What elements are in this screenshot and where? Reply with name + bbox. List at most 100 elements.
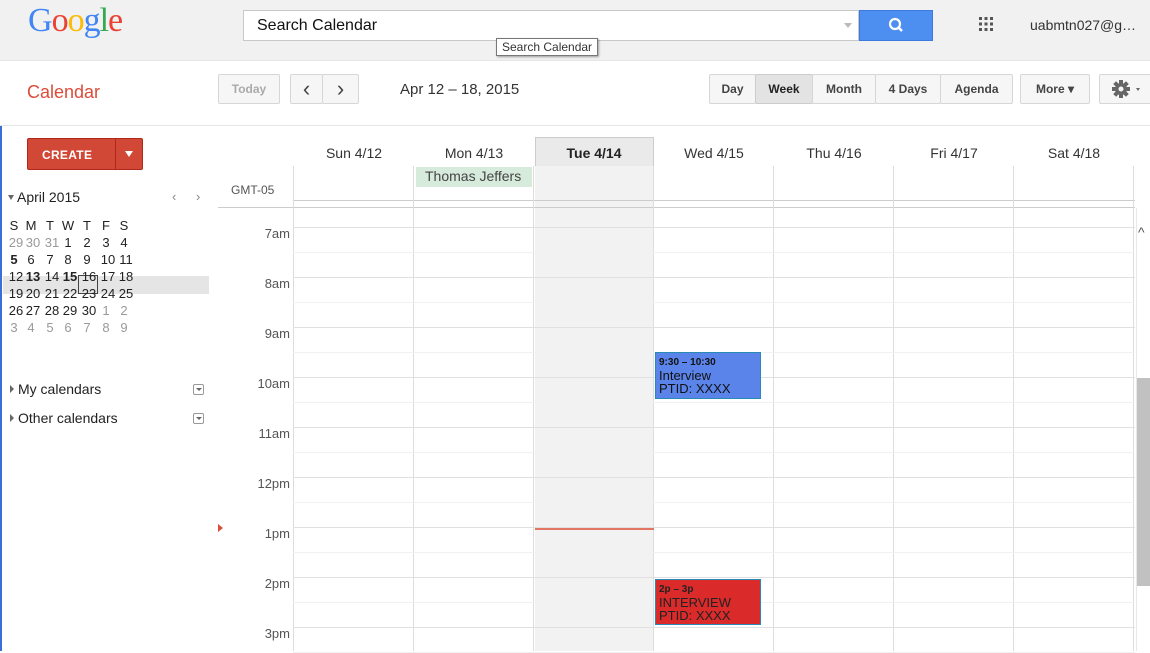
- view-agenda-button[interactable]: Agenda: [940, 74, 1013, 104]
- mini-calendar-day[interactable]: 15: [61, 268, 79, 285]
- mini-calendar-day[interactable]: 24: [99, 285, 117, 302]
- mini-calendar-day[interactable]: 11: [117, 251, 135, 268]
- mini-calendar-day[interactable]: 7: [78, 319, 96, 336]
- search-placeholder: Search Calendar: [257, 17, 378, 34]
- day-column-divider: [533, 166, 534, 651]
- mini-calendar-day[interactable]: 12: [7, 268, 25, 285]
- mini-calendar-day[interactable]: 8: [97, 319, 115, 336]
- half-hour-line: [293, 502, 1135, 503]
- mini-calendar-day[interactable]: 14: [43, 268, 61, 285]
- mini-calendar-day[interactable]: 6: [22, 251, 40, 268]
- more-button[interactable]: More ▾: [1020, 74, 1090, 104]
- mini-calendar-day[interactable]: 6: [59, 319, 77, 336]
- mini-calendar-day[interactable]: 9: [115, 319, 133, 336]
- expand-triangle-icon[interactable]: [10, 414, 14, 422]
- mini-calendar-day[interactable]: 26: [7, 302, 25, 319]
- mini-calendar-day[interactable]: 17: [99, 268, 117, 285]
- collapse-triangle-icon[interactable]: [8, 195, 14, 200]
- mini-calendar-day[interactable]: 29: [7, 234, 25, 251]
- hour-label: 1pm: [264, 526, 290, 541]
- day-header[interactable]: Wed 4/15: [654, 145, 774, 161]
- mini-calendar-day[interactable]: 3: [5, 319, 23, 336]
- search-button[interactable]: [859, 10, 933, 41]
- allday-event[interactable]: Thomas Jeffers: [416, 167, 532, 187]
- day-header[interactable]: Fri 4/17: [894, 145, 1014, 161]
- mini-calendar-day[interactable]: 25: [117, 285, 135, 302]
- mini-calendar-title[interactable]: April 2015: [17, 189, 80, 205]
- search-options-icon[interactable]: [844, 23, 852, 28]
- mini-calendar-day[interactable]: 18: [117, 268, 135, 285]
- mini-calendar-day[interactable]: 5: [5, 251, 23, 268]
- mini-calendar-day[interactable]: 16: [80, 268, 98, 285]
- mini-calendar-next-icon[interactable]: ›: [196, 189, 200, 204]
- google-logo[interactable]: Google: [28, 2, 123, 40]
- mini-calendar-day[interactable]: 30: [24, 234, 42, 251]
- mini-calendar-day[interactable]: 22: [61, 285, 79, 302]
- scroll-up-icon[interactable]: ^: [1138, 224, 1145, 240]
- hour-label: 12pm: [257, 476, 290, 491]
- mini-calendar-prev-icon[interactable]: ‹: [172, 189, 176, 204]
- mini-calendar-day[interactable]: 28: [43, 302, 61, 319]
- logo-letter: e: [108, 2, 123, 39]
- logo-letter: l: [99, 2, 110, 39]
- mini-calendar-day[interactable]: 21: [43, 285, 61, 302]
- settings-button[interactable]: [1099, 74, 1150, 104]
- hour-line: [293, 227, 1135, 228]
- today-button[interactable]: Today: [218, 74, 280, 104]
- day-header[interactable]: Thu 4/16: [774, 145, 894, 161]
- mini-calendar-day[interactable]: 20: [24, 285, 42, 302]
- mini-calendar-day[interactable]: 27: [24, 302, 42, 319]
- mini-calendar-day[interactable]: 1: [97, 302, 115, 319]
- mini-calendar-day[interactable]: 2: [115, 302, 133, 319]
- mini-calendar-day[interactable]: 9: [78, 251, 96, 268]
- mini-calendar-day[interactable]: 4: [115, 234, 133, 251]
- day-header[interactable]: Sat 4/18: [1014, 145, 1134, 161]
- mini-calendar-day[interactable]: 23: [80, 285, 98, 302]
- apps-grid-icon[interactable]: [978, 16, 994, 32]
- day-header[interactable]: Mon 4/13: [414, 145, 534, 161]
- event-detail: PTID: XXXX: [659, 608, 731, 623]
- view-week-button[interactable]: Week: [755, 74, 813, 104]
- account-name[interactable]: uabmtn027@g…: [1030, 17, 1136, 33]
- mini-calendar-day[interactable]: 8: [59, 251, 77, 268]
- event-interview[interactable]: 9:30 – 10:30 Interview PTID: XXXX: [655, 352, 761, 399]
- other-calendars-dropdown-icon[interactable]: [193, 413, 204, 424]
- search-input[interactable]: Search Calendar: [243, 10, 859, 41]
- mini-calendar-day[interactable]: 10: [99, 251, 117, 268]
- chevron-left-icon: ‹: [302, 76, 311, 101]
- view-day-button[interactable]: Day: [709, 74, 756, 104]
- create-button[interactable]: CREATE: [27, 138, 143, 170]
- day-column-divider: [893, 166, 894, 651]
- view-month-button[interactable]: Month: [812, 74, 876, 104]
- mini-calendar-day[interactable]: 13: [24, 268, 42, 285]
- my-calendars-label[interactable]: My calendars: [18, 381, 101, 397]
- create-label: CREATE: [42, 148, 93, 162]
- mini-calendar-day[interactable]: 2: [78, 234, 96, 251]
- expand-triangle-icon[interactable]: [10, 385, 14, 393]
- grid-top-border: [218, 207, 1135, 208]
- scrollbar-thumb[interactable]: [1137, 378, 1150, 586]
- app-title: Calendar: [27, 82, 101, 102]
- day-header[interactable]: Sun 4/12: [294, 145, 414, 161]
- allday-divider: [293, 200, 1135, 201]
- mini-calendar-day[interactable]: 5: [41, 319, 59, 336]
- mini-calendar-day[interactable]: 7: [41, 251, 59, 268]
- view-4days-button[interactable]: 4 Days: [875, 74, 941, 104]
- mini-calendar-day[interactable]: 19: [7, 285, 25, 302]
- mini-calendar-day[interactable]: 30: [80, 302, 98, 319]
- prev-period-button[interactable]: ‹: [290, 74, 323, 104]
- hour-label: 11am: [258, 426, 290, 441]
- mini-calendar-day[interactable]: 1: [59, 234, 77, 251]
- mini-calendar-weekday: F: [102, 218, 110, 233]
- create-dropdown-icon[interactable]: [125, 151, 133, 157]
- my-calendars-dropdown-icon[interactable]: [193, 384, 204, 395]
- mini-calendar-day[interactable]: 29: [61, 302, 79, 319]
- other-calendars-label[interactable]: Other calendars: [18, 410, 118, 426]
- day-column-divider: [413, 166, 414, 651]
- mini-calendar-day[interactable]: 3: [97, 234, 115, 251]
- mini-calendar-day[interactable]: 4: [22, 319, 40, 336]
- hour-label: 9am: [264, 326, 290, 341]
- next-period-button[interactable]: ›: [322, 74, 359, 104]
- event-interview-2[interactable]: 2p – 3p INTERVIEW PTID: XXXX: [655, 579, 761, 625]
- day-header[interactable]: Tue 4/14: [534, 145, 654, 161]
